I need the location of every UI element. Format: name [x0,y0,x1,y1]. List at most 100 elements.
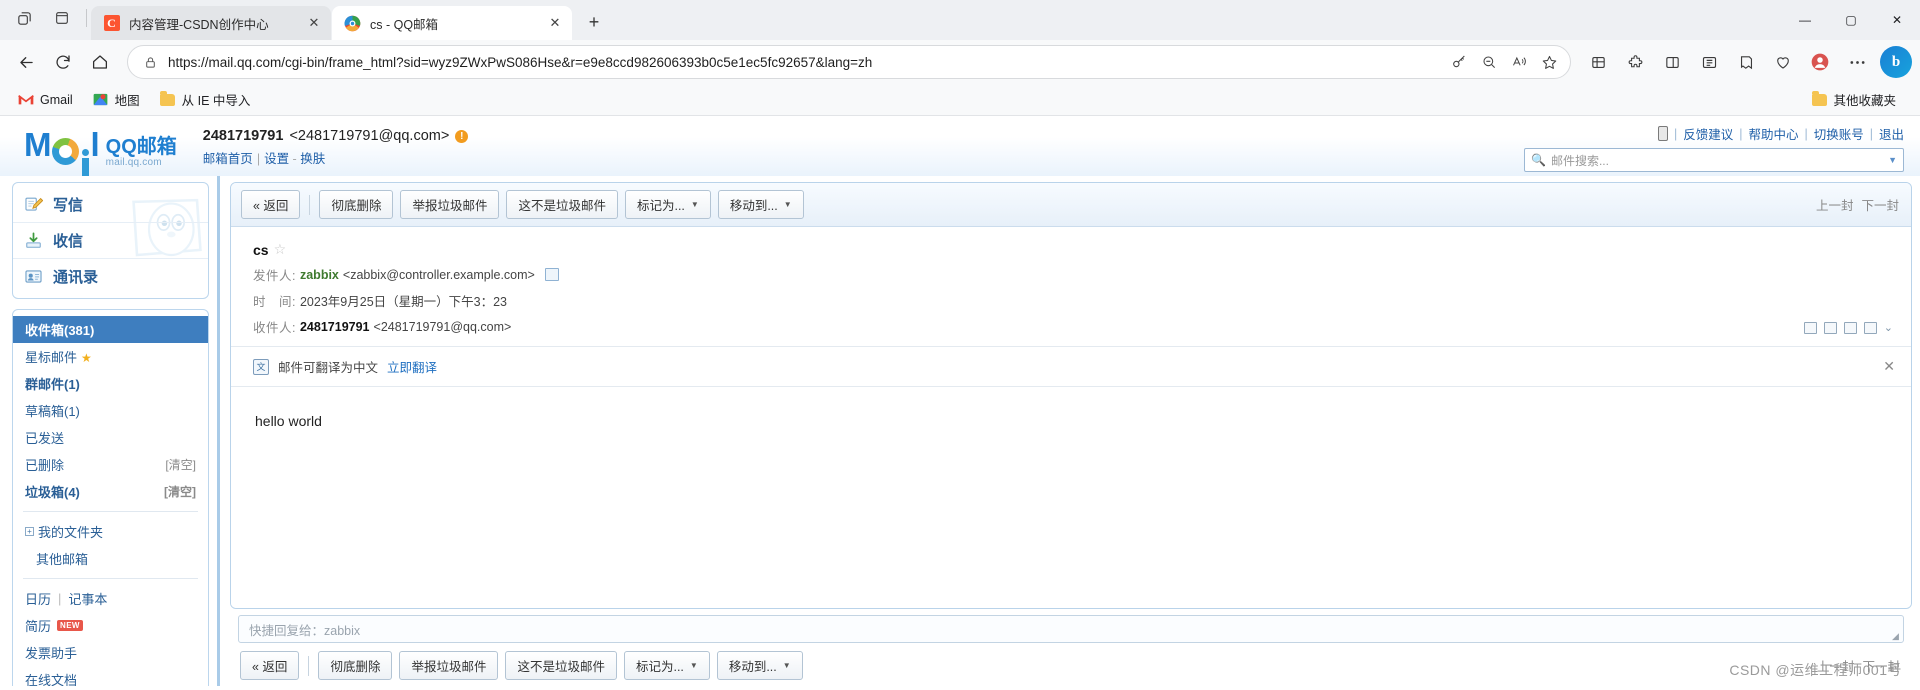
report-spam-button-bottom[interactable]: 举报垃圾邮件 [399,651,499,680]
favorites-icon[interactable] [1728,45,1764,79]
link-feedback[interactable]: 反馈建议 [1683,124,1733,143]
mark-as-button-bottom[interactable]: 标记为... ▼ [623,651,710,680]
extensions-icon[interactable] [1617,45,1653,79]
mark-as-button[interactable]: 标记为... ▼ [624,190,711,219]
resize-grip-icon[interactable]: ◢ [1892,632,1900,641]
bookmark-label: 其他收藏夹 [1833,94,1896,108]
sidebar-icon[interactable] [1691,45,1727,79]
more-options-icon[interactable] [1839,45,1875,79]
sidebar-item-compose[interactable]: 写信 [13,187,208,222]
address-bar[interactable]: https://mail.qq.com/cgi-bin/frame_html?s… [127,45,1571,79]
tab-search-icon[interactable] [6,3,42,33]
more-icon[interactable]: ⌄ [1884,321,1893,334]
window-close-button[interactable]: ✕ [1874,0,1920,40]
sidebar-item-other-mailbox[interactable]: 其他邮箱 [13,545,208,572]
delete-permanently-button[interactable]: 彻底删除 [319,190,394,219]
previous-mail-link[interactable]: 上一封 [1816,195,1854,214]
split-screen-icon[interactable] [1654,45,1690,79]
bookmark-gmail[interactable]: Gmail [10,88,81,112]
qqmail-logo[interactable]: M l QQ邮箱 mail.qq.com [24,126,177,177]
contact-card-icon[interactable] [544,268,559,281]
chevron-down-icon[interactable]: ▼ [1888,155,1897,165]
read-aloud-icon[interactable] [1504,48,1534,76]
sidebar-item-calendar-notes[interactable]: 日历 | 记事本 [13,585,208,612]
tab-close-button[interactable]: ✕ [544,12,566,34]
window-maximize-button[interactable]: ▢ [1828,0,1874,40]
mark-as-label: 标记为... [636,199,685,213]
chevron-down-icon[interactable]: ▼ [691,200,699,209]
report-spam-button[interactable]: 举报垃圾邮件 [400,190,500,219]
translate-now-link[interactable]: 立即翻译 [387,357,437,376]
sidebar-folder-spam[interactable]: 垃圾箱(4) [清空] [13,478,208,505]
sidebar-folder-drafts[interactable]: 草稿箱(1) [13,397,208,424]
browser-tab-qqmail[interactable]: cs - QQ邮箱 ✕ [332,6,572,40]
move-to-button[interactable]: 移动到... ▼ [717,190,804,219]
bookmark-maps[interactable]: 地图 [85,86,148,113]
key-icon[interactable] [1444,48,1474,76]
watermark: CSDN @运维工程师001号 [1729,662,1902,678]
new-tab-button[interactable]: + [579,7,609,37]
sidebar-folder-sent[interactable]: 已发送 [13,424,208,451]
favorite-star-icon[interactable] [1534,48,1564,76]
reload-icon[interactable] [45,45,81,79]
quick-reply-input[interactable]: 快捷回复给：zabbix ◢ [238,615,1904,643]
back-button[interactable]: « 返回 [241,190,301,219]
mail-search-box[interactable]: 🔍 邮件搜索... ▼ [1524,148,1904,172]
sidebar-folder-action[interactable]: [清空] [165,456,196,473]
print-icon[interactable] [1823,321,1837,334]
forward-icon[interactable] [1803,321,1817,334]
home-icon[interactable] [82,45,118,79]
window-minimize-button[interactable]: — [1782,0,1828,40]
expand-plus-icon[interactable]: + [25,527,34,536]
link-mail-home[interactable]: 邮箱首页 [203,152,253,166]
delete-permanently-button-bottom[interactable]: 彻底删除 [318,651,393,680]
mobile-icon[interactable] [1657,126,1668,141]
browser-tab-csdn[interactable]: C 内容管理-CSDN创作中心 ✕ [91,6,331,40]
next-mail-link[interactable]: 下一封 [1861,195,1899,214]
collections-icon[interactable] [1580,45,1616,79]
back-arrow-icon[interactable] [8,45,44,79]
tab-list-icon[interactable] [44,3,80,33]
zoom-out-icon[interactable] [1474,48,1504,76]
link-skin[interactable]: 换肤 [300,152,325,166]
link-logout[interactable]: 退出 [1879,124,1904,143]
warning-icon[interactable]: ! [455,129,469,143]
chevron-down-icon[interactable]: ▼ [783,661,791,670]
move-to-button-bottom[interactable]: 移动到... ▼ [716,651,803,680]
sidebar-item-receive[interactable]: 收信 [13,222,208,258]
sidebar-item-invoice-assistant[interactable]: 发票助手 [13,639,208,666]
link-help-center[interactable]: 帮助中心 [1748,124,1798,143]
bookmark-other-favorites[interactable]: 其他收藏夹 [1803,86,1904,113]
sidebar-folder-inbox[interactable]: 收件箱(381) [13,316,208,343]
mail-icon[interactable] [1863,321,1877,334]
not-spam-button-bottom[interactable]: 这不是垃圾邮件 [505,651,617,680]
sidebar-item-label-notes[interactable]: 记事本 [68,589,107,608]
from-name[interactable]: zabbix [300,268,339,282]
tab-close-button[interactable]: ✕ [303,12,325,34]
chevron-down-icon[interactable]: ▼ [690,661,698,670]
link-switch-account[interactable]: 切换账号 [1814,124,1864,143]
save-icon[interactable] [1843,321,1857,334]
sidebar-folder-deleted[interactable]: 已删除 [清空] [13,451,208,478]
chevron-down-icon[interactable]: ▼ [784,200,792,209]
sidebar-item-resume[interactable]: 简历 NEW [13,612,208,639]
sidebar-item-label-calendar[interactable]: 日历 [25,589,51,608]
bookmark-ie-import-folder[interactable]: 从 IE 中导入 [152,86,259,113]
qqmail-icon [344,15,361,32]
browser-essentials-icon[interactable] [1765,45,1801,79]
from-label: 发件人: [253,269,296,283]
sidebar-item-my-folders[interactable]: + 我的文件夹 [13,518,208,545]
sidebar-folder-starred[interactable]: 星标邮件 ★ [13,343,208,370]
star-outline-icon[interactable]: ☆ [274,241,287,258]
sidebar-item-online-docs[interactable]: 在线文档 [13,666,208,686]
back-button-bottom[interactable]: « 返回 [240,651,300,680]
sidebar-folder-group-mail[interactable]: 群邮件(1) [13,370,208,397]
link-settings[interactable]: 设置 [264,152,289,166]
sidebar-folder-action[interactable]: [清空] [164,483,196,500]
profile-icon[interactable] [1802,45,1838,79]
sidebar-folder-label: 群邮件(1) [25,377,80,392]
bing-copilot-button[interactable]: b [1880,46,1912,78]
close-icon[interactable]: ✕ [1883,358,1895,375]
not-spam-button[interactable]: 这不是垃圾邮件 [506,190,618,219]
sidebar-item-contacts[interactable]: 通讯录 [13,258,208,294]
